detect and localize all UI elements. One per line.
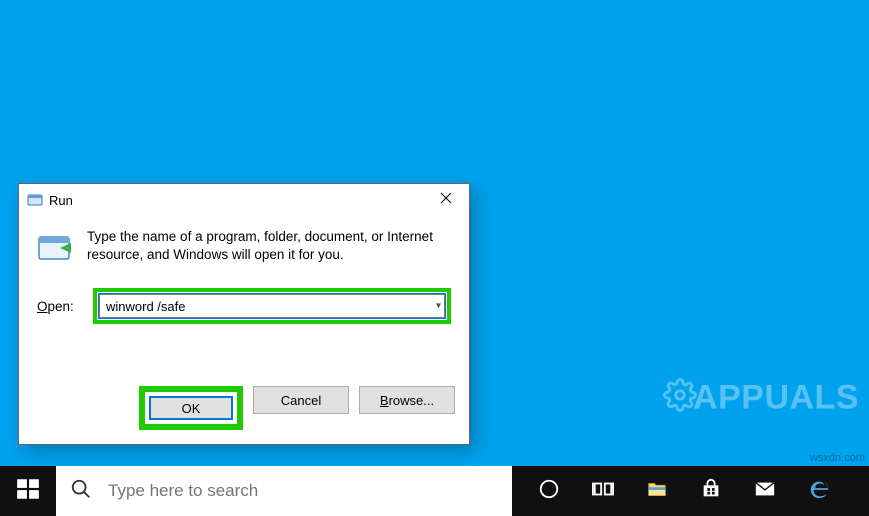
edge-button[interactable]: [792, 466, 846, 516]
mail-button[interactable]: [738, 466, 792, 516]
titlebar[interactable]: Run: [19, 184, 469, 216]
edge-icon: [808, 478, 830, 505]
task-view-icon: [592, 478, 614, 505]
store-button[interactable]: [684, 466, 738, 516]
windows-logo-icon: [15, 476, 41, 507]
open-input-highlight: ▾: [93, 288, 451, 324]
desktop: APPUALS wsxdn.com Run: [0, 0, 869, 516]
open-input[interactable]: [99, 294, 445, 318]
run-title-icon: [27, 192, 43, 208]
browse-button[interactable]: Browse...: [359, 386, 455, 414]
close-icon: [440, 191, 452, 209]
cortana-button[interactable]: [522, 466, 576, 516]
run-dialog: Run Type the name of a program, folder: [18, 183, 470, 445]
file-explorer-icon: [646, 478, 668, 505]
search-icon: [70, 478, 92, 505]
taskbar: [0, 466, 869, 516]
run-dialog-icon: [37, 230, 73, 266]
cancel-button[interactable]: Cancel: [253, 386, 349, 414]
file-explorer-button[interactable]: [630, 466, 684, 516]
brand-watermark: APPUALS: [663, 378, 859, 421]
gear-icon: [663, 378, 697, 421]
taskbar-icons: [512, 466, 869, 516]
store-icon: [700, 478, 722, 505]
instruction-text: Type the name of a program, folder, docu…: [87, 228, 451, 266]
task-view-button[interactable]: [576, 466, 630, 516]
taskbar-search[interactable]: [56, 466, 512, 516]
mail-icon: [754, 478, 776, 505]
open-label: Open:: [37, 299, 83, 314]
cortana-icon: [538, 478, 560, 505]
close-button[interactable]: [423, 184, 469, 216]
start-button[interactable]: [0, 466, 56, 516]
dialog-title: Run: [49, 193, 73, 208]
site-watermark: wsxdn.com: [810, 452, 865, 464]
ok-button[interactable]: OK: [149, 396, 233, 420]
search-input[interactable]: [106, 480, 498, 502]
ok-button-highlight: OK: [139, 386, 243, 430]
